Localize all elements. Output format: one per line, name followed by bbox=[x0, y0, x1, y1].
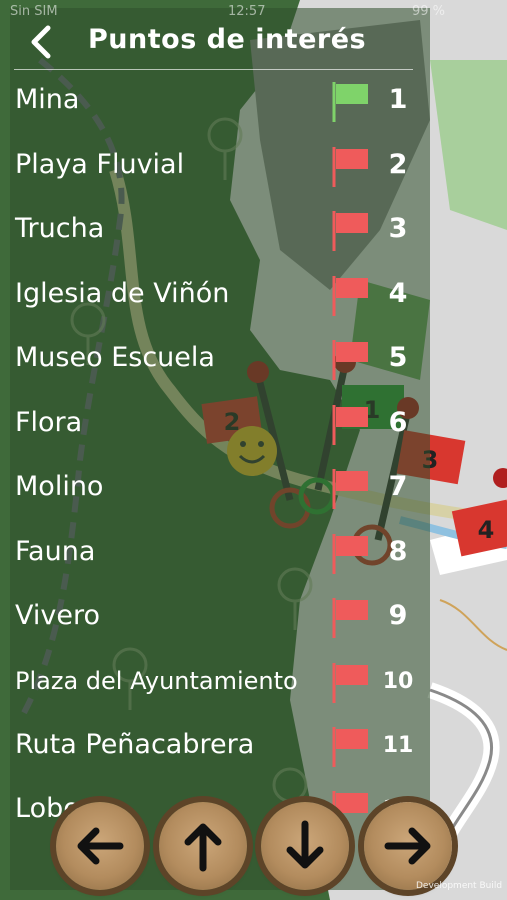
flag-icon bbox=[332, 663, 368, 703]
poi-name: Iglesia de Viñón bbox=[15, 278, 230, 309]
flag-icon bbox=[332, 340, 368, 380]
header: Puntos de interés bbox=[10, 8, 430, 70]
poi-item-iglesia-de-vinon[interactable]: Iglesia de Viñón 4 bbox=[10, 266, 430, 322]
flag-icon bbox=[332, 469, 368, 509]
poi-number: 9 bbox=[388, 600, 408, 631]
arrow-left-button[interactable] bbox=[56, 802, 144, 890]
poi-name: Ruta Peñacabrera bbox=[15, 729, 255, 760]
poi-name: Museo Escuela bbox=[15, 342, 215, 373]
poi-item-flora[interactable]: Flora 6 bbox=[10, 395, 430, 451]
flag-icon bbox=[332, 405, 368, 445]
poi-number: 4 bbox=[388, 278, 408, 309]
arrow-right-icon bbox=[384, 827, 431, 865]
poi-item-molino[interactable]: Molino 7 bbox=[10, 459, 430, 515]
flag-icon bbox=[332, 147, 368, 187]
arrow-down-button[interactable] bbox=[261, 802, 349, 890]
poi-number: 3 bbox=[388, 213, 408, 244]
dev-build-label: Development Build bbox=[416, 881, 503, 891]
divider bbox=[14, 69, 413, 70]
flag-icon bbox=[332, 534, 368, 574]
poi-item-ruta-penacabrera[interactable]: Ruta Peñacabrera 11 bbox=[10, 717, 430, 773]
flag-icon bbox=[332, 727, 368, 767]
arrow-up-icon bbox=[184, 823, 222, 872]
flag-icon bbox=[332, 276, 368, 316]
arrow-right-button[interactable] bbox=[364, 802, 452, 890]
poi-number: 6 bbox=[388, 407, 408, 438]
chevron-left-icon bbox=[31, 25, 51, 59]
poi-item-museo-escuela[interactable]: Museo Escuela 5 bbox=[10, 330, 430, 386]
poi-item-playa-fluvial[interactable]: Playa Fluvial 2 bbox=[10, 137, 430, 193]
flag-icon bbox=[332, 82, 368, 122]
poi-number: 10 bbox=[382, 669, 414, 694]
poi-name: Vivero bbox=[15, 600, 100, 631]
arrow-left-icon bbox=[77, 827, 124, 865]
poi-number: 5 bbox=[388, 342, 408, 373]
poi-item-plaza-del-ayuntamiento[interactable]: Plaza del Ayuntamiento 10 bbox=[10, 653, 430, 709]
page-title: Puntos de interés bbox=[88, 24, 367, 55]
poi-number: 1 bbox=[388, 84, 408, 115]
poi-number: 11 bbox=[382, 733, 414, 758]
poi-name: Fauna bbox=[15, 536, 96, 567]
poi-item-trucha[interactable]: Trucha 3 bbox=[10, 201, 430, 257]
poi-number: 2 bbox=[388, 149, 408, 180]
flag-icon bbox=[332, 211, 368, 251]
poi-item-vivero[interactable]: Vivero 9 bbox=[10, 588, 430, 644]
arrow-down-icon bbox=[286, 820, 324, 869]
back-button[interactable] bbox=[24, 22, 58, 62]
arrow-up-button[interactable] bbox=[159, 802, 247, 890]
poi-name: Playa Fluvial bbox=[15, 149, 185, 180]
poi-number: 8 bbox=[388, 536, 408, 567]
svg-text:4: 4 bbox=[478, 516, 495, 544]
app-screen: 2 1 3 4 Sin bbox=[0, 0, 507, 900]
poi-name: Plaza del Ayuntamiento bbox=[15, 667, 298, 695]
poi-name: Trucha bbox=[15, 213, 105, 244]
poi-name: Mina bbox=[15, 84, 80, 115]
poi-number: 7 bbox=[388, 471, 408, 502]
poi-name: Flora bbox=[15, 407, 83, 438]
poi-item-fauna[interactable]: Fauna 8 bbox=[10, 524, 430, 580]
flag-icon bbox=[332, 598, 368, 638]
poi-item-mina[interactable]: Mina 1 bbox=[10, 72, 430, 128]
poi-name: Molino bbox=[15, 471, 104, 502]
